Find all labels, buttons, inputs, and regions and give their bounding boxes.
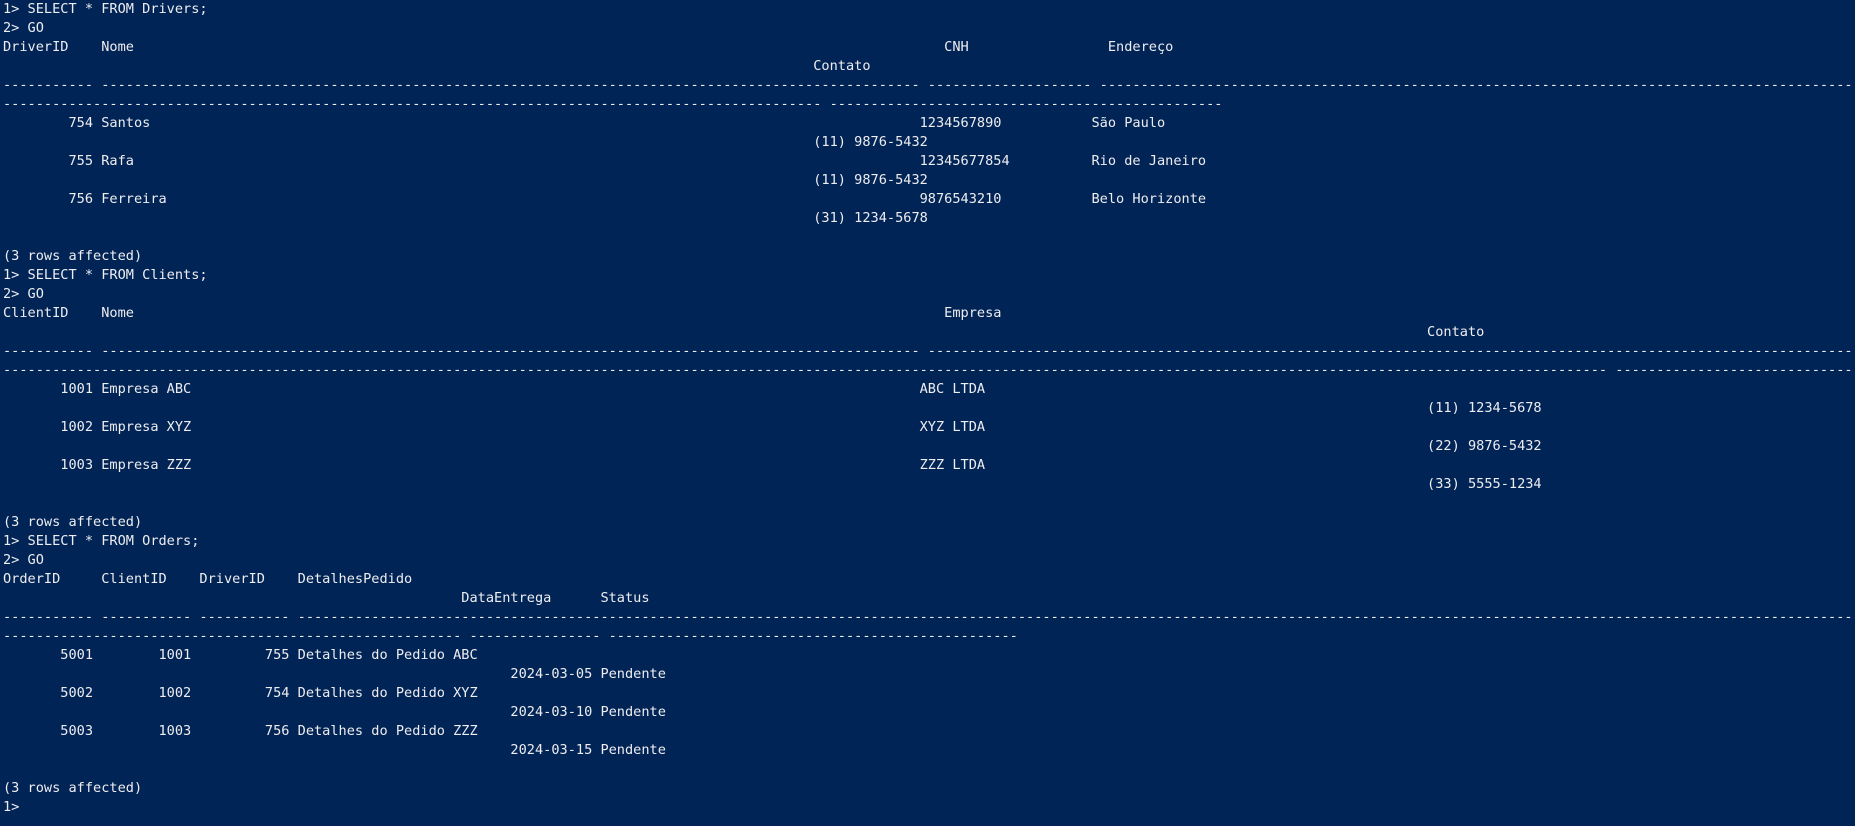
terminal-line: (33) 5555-1234 [3, 476, 1542, 492]
terminal-line: 756 Ferreira 9876543210 Belo Horizonte [3, 191, 1207, 207]
terminal-line: (31) 1234-5678 [3, 210, 928, 226]
terminal-line: (11) 9876-5432 [3, 172, 928, 188]
terminal-line: (11) 9876-5432 [3, 134, 928, 150]
terminal-line: ClientID Nome Empresa [3, 305, 1002, 321]
terminal-line: (3 rows affected) [3, 514, 143, 530]
terminal-line: OrderID ClientID DriverID DetalhesPedido [3, 571, 413, 587]
terminal-line: 2> GO [3, 20, 44, 36]
terminal-line: 5002 1002 754 Detalhes do Pedido XYZ [3, 685, 478, 701]
terminal-line: ----------------------------------------… [3, 96, 1223, 112]
terminal-line: DriverID Nome CNH Endereço [3, 39, 1174, 55]
terminal-line: 2024-03-15 Pendente [3, 742, 666, 758]
terminal-line: (3 rows affected) [3, 248, 143, 264]
terminal-output[interactable]: 1> SELECT * FROM Drivers; 2> GO DriverID N… [0, 0, 1855, 826]
terminal-line: 1003 Empresa ZZZ ZZZ LTDA [60, 457, 986, 473]
terminal-line: ----------- ----------------------------… [3, 343, 1855, 359]
terminal-line: 1002 Empresa XYZ XYZ LTDA [60, 419, 986, 435]
terminal-line: (3 rows affected) [3, 780, 143, 796]
terminal-line: 5001 1001 755 Detalhes do Pedido ABC [3, 647, 478, 663]
terminal-line: Contato [3, 58, 871, 74]
terminal-line: 5003 1003 756 Detalhes do Pedido ZZZ [3, 723, 478, 739]
terminal-line: 2> GO [3, 552, 44, 568]
terminal-line: ----------- ----------------------------… [3, 77, 1855, 93]
terminal-line: (11) 1234-5678 [3, 400, 1542, 416]
terminal-line: (22) 9876-5432 [3, 438, 1542, 454]
terminal-line: 754 Santos 1234567890 São Paulo [3, 115, 1166, 131]
terminal-line: Contato [3, 324, 1485, 340]
terminal-line: 1> SELECT * FROM Orders; [3, 533, 200, 549]
terminal-line: 755 Rafa 12345677854 Rio de Janeiro [3, 153, 1207, 169]
terminal-line: 1> [3, 799, 20, 815]
terminal-line: 1> SELECT * FROM Drivers; [3, 1, 208, 17]
terminal-line: 2024-03-05 Pendente [3, 666, 666, 682]
terminal-line: 1> SELECT * FROM Clients; [3, 267, 208, 283]
terminal-line: DataEntrega Status [3, 590, 650, 606]
terminal-line: ----------------------------------------… [3, 362, 1855, 378]
terminal-line: ----------------------------------------… [3, 628, 1018, 644]
terminal-line: 2> GO [3, 286, 44, 302]
terminal-line: 2024-03-10 Pendente [3, 704, 666, 720]
terminal-line: ----------- ----------- ----------- ----… [3, 609, 1855, 625]
terminal-line: 1001 Empresa ABC ABC LTDA [60, 381, 986, 397]
